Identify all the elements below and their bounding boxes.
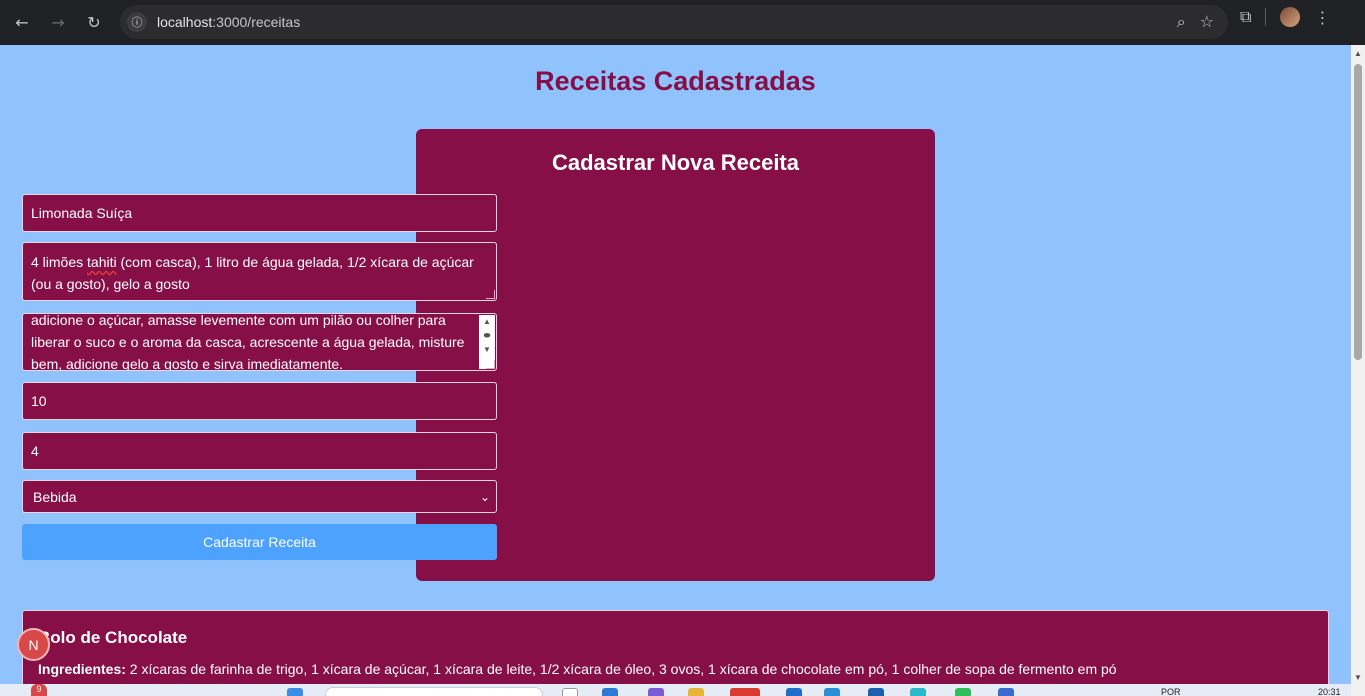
back-icon[interactable]: ← bbox=[7, 7, 37, 37]
toolbar-separator bbox=[1265, 8, 1267, 26]
scroll-thumb[interactable]: ⬬ bbox=[479, 329, 495, 343]
bookmark-star-icon[interactable]: ☆ bbox=[1200, 12, 1214, 32]
notification-badge: 9 bbox=[31, 684, 47, 696]
profile-avatar[interactable] bbox=[1280, 7, 1301, 27]
url-path: :3000/receitas bbox=[212, 14, 301, 30]
spellcheck-word: tahiti bbox=[87, 254, 117, 270]
address-bar[interactable]: ⓘ localhost:3000/receitas ⌕ ☆ bbox=[120, 5, 1228, 39]
start-icon[interactable] bbox=[287, 688, 303, 696]
resize-handle[interactable] bbox=[486, 360, 495, 369]
page-scrollbar[interactable]: ▲ ▼ bbox=[1351, 45, 1365, 696]
ingredients-textarea[interactable]: 4 limões tahiti (com casca), 1 litro de … bbox=[22, 242, 497, 301]
recipe-name-input[interactable]: Limonada Suíça bbox=[22, 194, 497, 232]
servings-input[interactable]: 4 bbox=[22, 432, 497, 470]
app-icon-2[interactable] bbox=[910, 688, 926, 696]
recipe-ingredients: Ingredientes: 2 xícaras de farinha de tr… bbox=[38, 661, 1117, 677]
preparation-text: adicione o açúcar, amasse levemente com … bbox=[31, 313, 465, 371]
extensions-icon[interactable]: ⧉ bbox=[1240, 7, 1251, 27]
edge-icon[interactable] bbox=[602, 688, 618, 696]
forward-icon[interactable]: → bbox=[43, 7, 73, 37]
chrome-icon[interactable] bbox=[730, 688, 760, 696]
whatsapp-icon[interactable] bbox=[955, 688, 971, 696]
recipe-title: Bolo de Chocolate bbox=[38, 628, 188, 647]
ingredients-value: 2 xícaras de farinha de trigo, 1 xícara … bbox=[125, 661, 1117, 677]
browser-menu-icon[interactable]: ⋮ bbox=[1314, 8, 1330, 27]
submit-recipe-button[interactable]: Cadastrar Receita bbox=[22, 524, 497, 560]
url-text[interactable]: localhost:3000/receitas bbox=[157, 14, 300, 30]
language-indicator[interactable]: POR bbox=[1161, 687, 1181, 696]
category-selected: Bebida bbox=[33, 488, 77, 505]
explorer-icon[interactable] bbox=[688, 688, 704, 696]
scroll-thumb[interactable] bbox=[1354, 64, 1362, 360]
resize-handle[interactable] bbox=[486, 290, 495, 299]
os-taskbar: 9 POR 20:31 bbox=[0, 684, 1351, 696]
app-icon[interactable] bbox=[868, 688, 884, 696]
vscode-icon[interactable] bbox=[786, 688, 802, 696]
reload-icon[interactable]: ↻ bbox=[79, 7, 109, 37]
ingredients-label: Ingredientes: bbox=[38, 661, 126, 677]
prep-time-input[interactable]: 10 bbox=[22, 382, 497, 420]
next-dev-indicator[interactable]: N bbox=[17, 628, 50, 661]
chevron-down-icon: ⌄ bbox=[479, 489, 490, 504]
ingredients-text-start: 4 limões bbox=[31, 254, 88, 270]
task-view-icon[interactable] bbox=[562, 688, 578, 696]
category-select[interactable]: Bebida ⌄ bbox=[22, 480, 497, 513]
url-host: localhost bbox=[157, 14, 213, 30]
preparation-textarea[interactable]: adicione o açúcar, amasse levemente com … bbox=[22, 313, 497, 371]
form-title: Cadastrar Nova Receita bbox=[551, 150, 799, 175]
teams-icon[interactable] bbox=[648, 688, 664, 696]
taskbar-search[interactable] bbox=[325, 687, 543, 696]
scroll-down-icon[interactable]: ▼ bbox=[479, 343, 495, 357]
browser-toolbar: ← → ↻ ⓘ localhost:3000/receitas ⌕ ☆ ⧉ ⋮ bbox=[0, 0, 1365, 45]
site-info-icon[interactable]: ⓘ bbox=[127, 12, 147, 32]
word-icon[interactable] bbox=[998, 688, 1014, 696]
scroll-up-icon[interactable]: ▲ bbox=[479, 315, 495, 329]
scroll-down-icon[interactable]: ▼ bbox=[1354, 673, 1362, 682]
clock[interactable]: 20:31 bbox=[1318, 687, 1341, 696]
zoom-icon[interactable]: ⌕ bbox=[1177, 12, 1186, 32]
page-title: Receitas Cadastradas bbox=[535, 66, 816, 96]
scroll-up-icon[interactable]: ▲ bbox=[1354, 49, 1362, 58]
store-icon[interactable] bbox=[824, 688, 840, 696]
